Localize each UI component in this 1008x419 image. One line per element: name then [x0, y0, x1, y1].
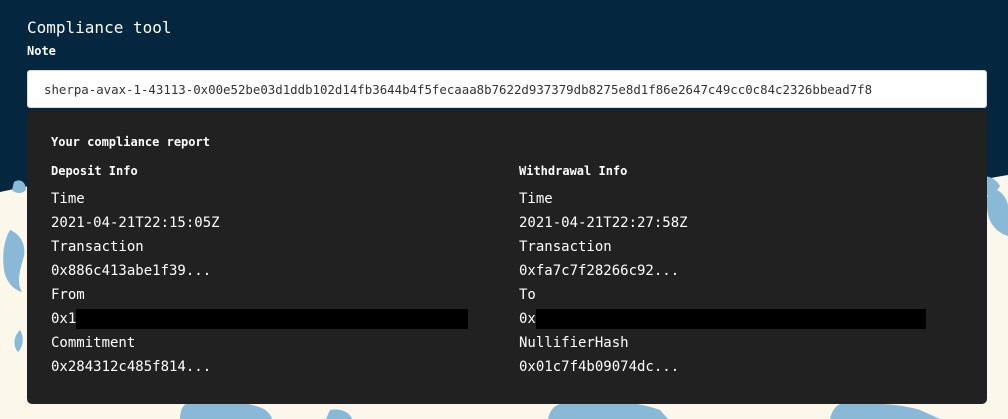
deposit-transaction-label: Transaction [51, 239, 144, 255]
deposit-commitment-value: 0x284312c485f814... [51, 359, 212, 375]
withdrawal-nullifier-label: NullifierHash [519, 335, 629, 351]
deposit-commitment-label: Commitment [51, 335, 136, 351]
deposit-time-value: 2021-04-21T22:15:05Z [51, 215, 220, 231]
deposit-from-row: 0x1 [51, 309, 469, 333]
withdrawal-time-value: 2021-04-21T22:27:58Z [519, 215, 688, 231]
withdrawal-to-value: 0x [519, 311, 536, 327]
withdrawal-transaction-value: 0xfa7c7f28266c92... [519, 263, 680, 279]
withdrawal-info-column: Withdrawal Info Time 2021-04-21T22:27:58… [519, 163, 926, 381]
note-input[interactable] [27, 70, 987, 108]
deposit-time-label: Time [51, 191, 85, 207]
note-label: Note [27, 44, 56, 58]
redaction-bar [535, 309, 926, 329]
compliance-report-card: Your compliance report Deposit Info Time… [27, 110, 987, 404]
withdrawal-to-label: To [519, 287, 536, 303]
page-title: Compliance tool [27, 18, 172, 37]
deposit-transaction-value: 0x886c413abe1f39... [51, 263, 212, 279]
withdrawal-to-row: 0x [519, 309, 926, 333]
deposit-info-column: Deposit Info Time 2021-04-21T22:15:05Z T… [51, 163, 469, 381]
report-title: Your compliance report [51, 135, 210, 149]
withdrawal-nullifier-value: 0x01c7f4b09074dc... [519, 359, 680, 375]
redaction-bar [76, 309, 469, 329]
withdrawal-transaction-label: Transaction [519, 239, 612, 255]
deposit-from-label: From [51, 287, 85, 303]
withdrawal-time-label: Time [519, 191, 553, 207]
deposit-info-heading: Deposit Info [51, 164, 138, 178]
withdrawal-info-heading: Withdrawal Info [519, 164, 628, 178]
deposit-from-value: 0x1 [51, 311, 77, 327]
